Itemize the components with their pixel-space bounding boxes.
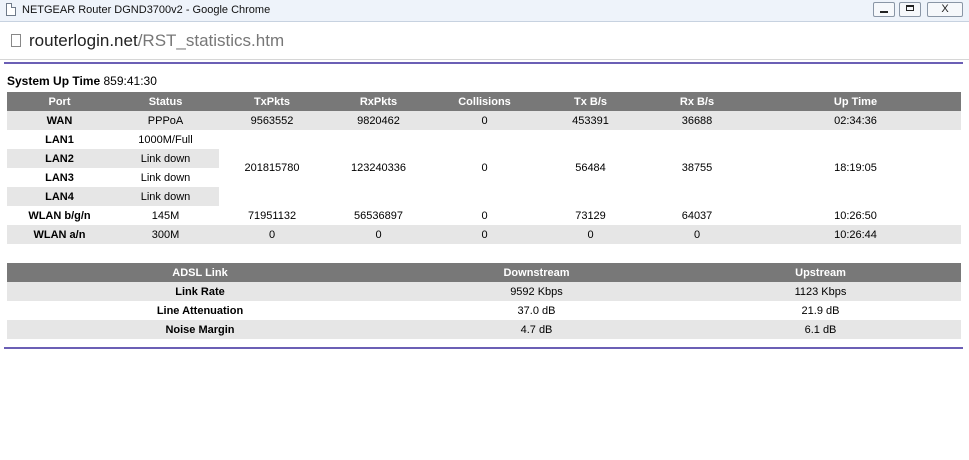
- col-header-uptime: Up Time: [750, 92, 961, 111]
- adsl-label: Line Attenuation: [156, 304, 244, 317]
- table-row-wlan-bgn: WLAN b/g/n 145M 71951132 56536897 0 7312…: [7, 206, 961, 225]
- table-row: Link Rate 9592 Kbps 1123 Kbps: [7, 282, 961, 301]
- col-header-txbs: Tx B/s: [537, 92, 644, 111]
- lan-txpkts: 201815780: [244, 162, 300, 174]
- adsl-upstream: 6.1 dB: [804, 323, 837, 336]
- port-rxbs: 36688: [681, 114, 713, 127]
- maximize-icon: [906, 5, 914, 11]
- col-header-txpkts: TxPkts: [219, 92, 325, 111]
- close-button[interactable]: X: [927, 2, 963, 17]
- table-row: Noise Margin 4.7 dB 6.1 dB: [7, 320, 961, 339]
- col-header-rxpkts: RxPkts: [325, 92, 432, 111]
- port-name: WLAN a/n: [33, 228, 86, 241]
- port-rxbs: 64037: [681, 209, 713, 222]
- port-collisions: 0: [481, 209, 488, 222]
- port-rxpkts: 0: [375, 228, 382, 241]
- window-titlebar: NETGEAR Router DGND3700v2 - Google Chrom…: [0, 0, 969, 22]
- port-name: WAN: [46, 114, 73, 127]
- close-icon: X: [941, 3, 949, 15]
- port-name: LAN4: [7, 187, 112, 206]
- address-bar[interactable]: routerlogin.net/RST_statistics.htm: [0, 22, 969, 60]
- adsl-label: Link Rate: [175, 285, 225, 298]
- table-header-row: ADSL Link Downstream Upstream: [7, 263, 961, 282]
- port-rxpkts: 9820462: [357, 114, 400, 127]
- minimize-button[interactable]: [873, 2, 895, 17]
- adsl-downstream: 4.7 dB: [520, 323, 553, 336]
- system-uptime: System Up Time 859:41:30: [7, 74, 157, 88]
- adsl-upstream: 21.9 dB: [801, 304, 840, 317]
- system-uptime-label: System Up Time: [7, 74, 101, 88]
- adsl-label: Noise Margin: [165, 323, 235, 336]
- url-path: /RST_statistics.htm: [137, 31, 285, 50]
- table-row-lan1: LAN1 1000M/Full 201815780 123240336 0 56…: [7, 130, 961, 174]
- port-status: PPPoA: [147, 114, 184, 127]
- port-name: WLAN b/g/n: [28, 209, 91, 222]
- port-collisions: 0: [481, 228, 488, 241]
- lan-uptime: 18:19:05: [834, 162, 877, 174]
- port-rxbs: 0: [693, 228, 701, 241]
- system-uptime-value: 859:41:30: [103, 74, 157, 88]
- lan-collisions: 0: [481, 162, 488, 174]
- port-status: Link down: [140, 171, 191, 184]
- port-uptime: 10:26:50: [834, 209, 877, 222]
- table-row: Line Attenuation 37.0 dB 21.9 dB: [7, 301, 961, 320]
- lan-txbs: 56484: [575, 162, 606, 174]
- table-row-wan: WAN PPPoA 9563552 9820462 0 453391 36688…: [7, 111, 961, 130]
- port-status: Link down: [112, 149, 219, 168]
- page-document-icon: [11, 34, 21, 47]
- col-header-collisions: Collisions: [432, 92, 537, 111]
- adsl-downstream: 9592 Kbps: [510, 285, 563, 298]
- port-txbs: 0: [587, 228, 594, 241]
- page-icon: [6, 3, 16, 16]
- port-statistics-table: Port Status TxPkts RxPkts Collisions Tx …: [7, 92, 961, 244]
- col-header-port: Port: [7, 92, 112, 111]
- url-host: routerlogin.net: [29, 31, 138, 50]
- window-title: NETGEAR Router DGND3700v2 - Google Chrom…: [22, 4, 271, 16]
- url-text[interactable]: routerlogin.net/RST_statistics.htm: [29, 31, 284, 51]
- port-status: 145M: [151, 209, 180, 222]
- port-txpkts: 9563552: [250, 114, 294, 127]
- page-content: System Up Time 859:41:30 Port Status TxP…: [0, 60, 969, 460]
- col-header-upstream: Upstream: [680, 263, 961, 282]
- lan-rxpkts: 123240336: [350, 162, 407, 174]
- port-txbs: 453391: [572, 114, 609, 127]
- adsl-link-table: ADSL Link Downstream Upstream Link Rate …: [7, 263, 961, 339]
- port-name: LAN2: [7, 149, 112, 168]
- table-header-row: Port Status TxPkts RxPkts Collisions Tx …: [7, 92, 961, 111]
- adsl-downstream: 37.0 dB: [517, 304, 556, 317]
- minimize-icon: [880, 11, 888, 13]
- port-status: Link down: [112, 187, 219, 206]
- port-name: LAN3: [45, 171, 74, 184]
- table-row-wlan-an: WLAN a/n 300M 0 0 0 0 0 10:26:44: [7, 225, 961, 244]
- port-rxpkts: 56536897: [354, 209, 403, 222]
- bottom-divider: [4, 347, 963, 349]
- port-uptime: 10:26:44: [834, 228, 877, 241]
- maximize-button[interactable]: [899, 2, 921, 17]
- col-header-downstream: Downstream: [393, 263, 680, 282]
- port-name: LAN1: [45, 133, 74, 146]
- lan-rxbs: 38755: [681, 162, 713, 174]
- port-uptime: 02:34:36: [834, 114, 877, 127]
- col-header-adsl-link: ADSL Link: [7, 263, 393, 282]
- port-status: 300M: [151, 228, 180, 241]
- port-txbs: 73129: [575, 209, 606, 222]
- port-txpkts: 71951132: [247, 209, 297, 222]
- col-header-status: Status: [112, 92, 219, 111]
- adsl-upstream: 1123 Kbps: [794, 285, 847, 298]
- port-collisions: 0: [481, 114, 488, 127]
- port-status: 1000M/Full: [138, 133, 193, 146]
- port-txpkts: 0: [268, 228, 276, 241]
- col-header-rxbs: Rx B/s: [644, 92, 750, 111]
- top-divider: [4, 62, 963, 64]
